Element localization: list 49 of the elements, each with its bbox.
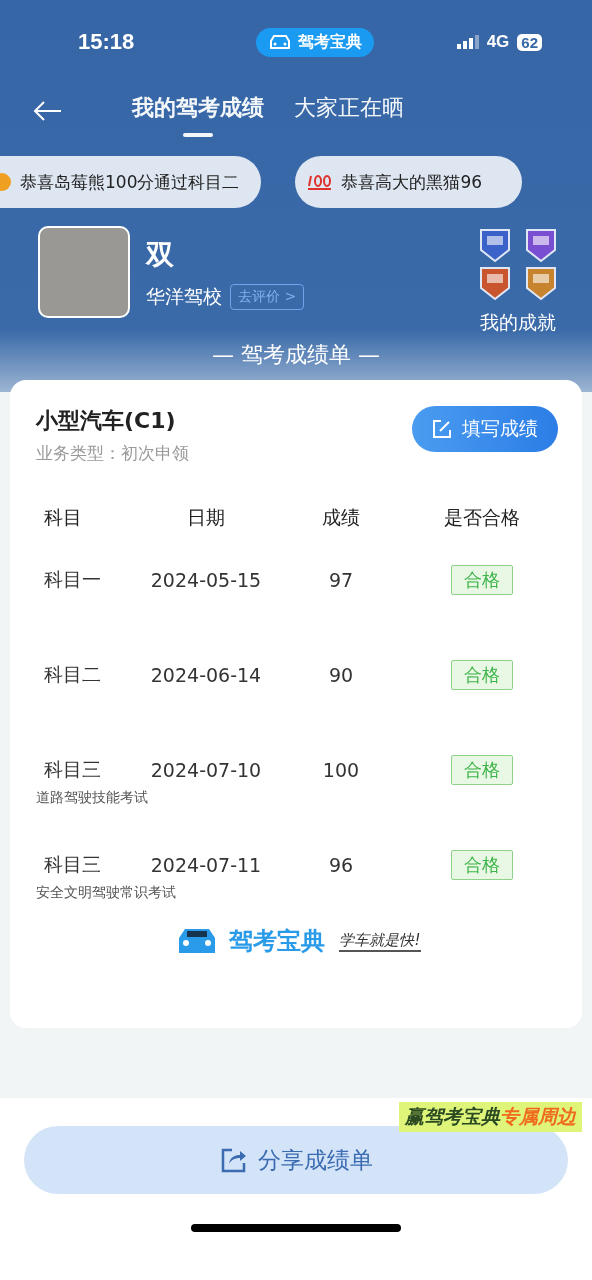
achievements-label[interactable]: 我的成就 — [480, 310, 556, 336]
score-cell-text: 100 — [321, 759, 361, 781]
exam-note: 道路驾驶技能考试 — [36, 789, 149, 807]
car-icon — [268, 34, 293, 50]
score-cell-text: 90 — [327, 664, 355, 686]
fill-score-button[interactable]: 填写成绩 — [412, 406, 558, 452]
user-name: 双 — [146, 237, 175, 273]
congrats-ticker: 恭喜岛莓熊100分通过科目二 — [0, 156, 262, 208]
date-cell-text: 2024-07-10 — [149, 759, 263, 781]
section-title: — 驾考成绩单 — — [211, 341, 381, 369]
column-header: 日期 — [186, 505, 226, 530]
vehicle-type: 小型汽车(C1) — [36, 407, 177, 435]
column-header: 是否合格 — [443, 505, 521, 530]
business-type: 业务类型：初次申领 — [36, 442, 189, 465]
date-cell-text: 2024-06-14 — [149, 664, 263, 686]
score-cell-text: 96 — [327, 854, 355, 876]
nav-tab[interactable]: 大家正在晒 — [288, 85, 410, 137]
subject-cell-text: 科目一 — [43, 567, 102, 592]
exam-note: 安全文明驾驶常识考试 — [36, 884, 177, 902]
status-time: 15:18 — [78, 29, 135, 55]
hundred-icon — [307, 173, 334, 191]
network-label: 4G — [486, 32, 510, 52]
column-header: 科目 — [43, 505, 83, 530]
result-tag: 合格 — [451, 660, 513, 690]
promo-text: 赢驾考宝典 — [405, 1104, 500, 1129]
nav-tab[interactable]: 我的驾考成绩 — [126, 85, 270, 137]
school-name: 华洋驾校 — [146, 284, 222, 309]
promo-highlight: 专属周边 — [500, 1104, 576, 1129]
result-tag: 合格 — [451, 565, 513, 595]
congrats-ticker: 恭喜高大的黑猫96 — [295, 156, 523, 208]
subject-cell-text: 科目二 — [43, 662, 102, 687]
date-cell-text: 2024-05-15 — [149, 569, 263, 591]
back-arrow-icon[interactable] — [32, 100, 62, 122]
promo-banner[interactable]: 赢驾考宝典专属周边 — [399, 1102, 582, 1132]
brand-name: 驾考宝典 — [229, 926, 326, 957]
result-tag: 合格 — [451, 850, 513, 880]
slogan: 学车就是快! — [339, 930, 421, 952]
edit-icon — [432, 419, 452, 439]
share-icon — [219, 1146, 248, 1174]
column-header: 成绩 — [321, 505, 361, 530]
share-button[interactable]: 分享成绩单 — [24, 1126, 568, 1194]
result-tag: 合格 — [451, 755, 513, 785]
score-cell-text: 97 — [327, 569, 355, 591]
battery-level: 62 — [517, 33, 542, 51]
date-cell-text: 2024-07-11 — [149, 854, 263, 876]
subject-cell-text: 科目三 — [43, 852, 102, 877]
subject-cell-text: 科目三 — [43, 757, 102, 782]
app-pill: 驾考宝典 — [256, 27, 375, 57]
signal-icon — [456, 35, 479, 49]
